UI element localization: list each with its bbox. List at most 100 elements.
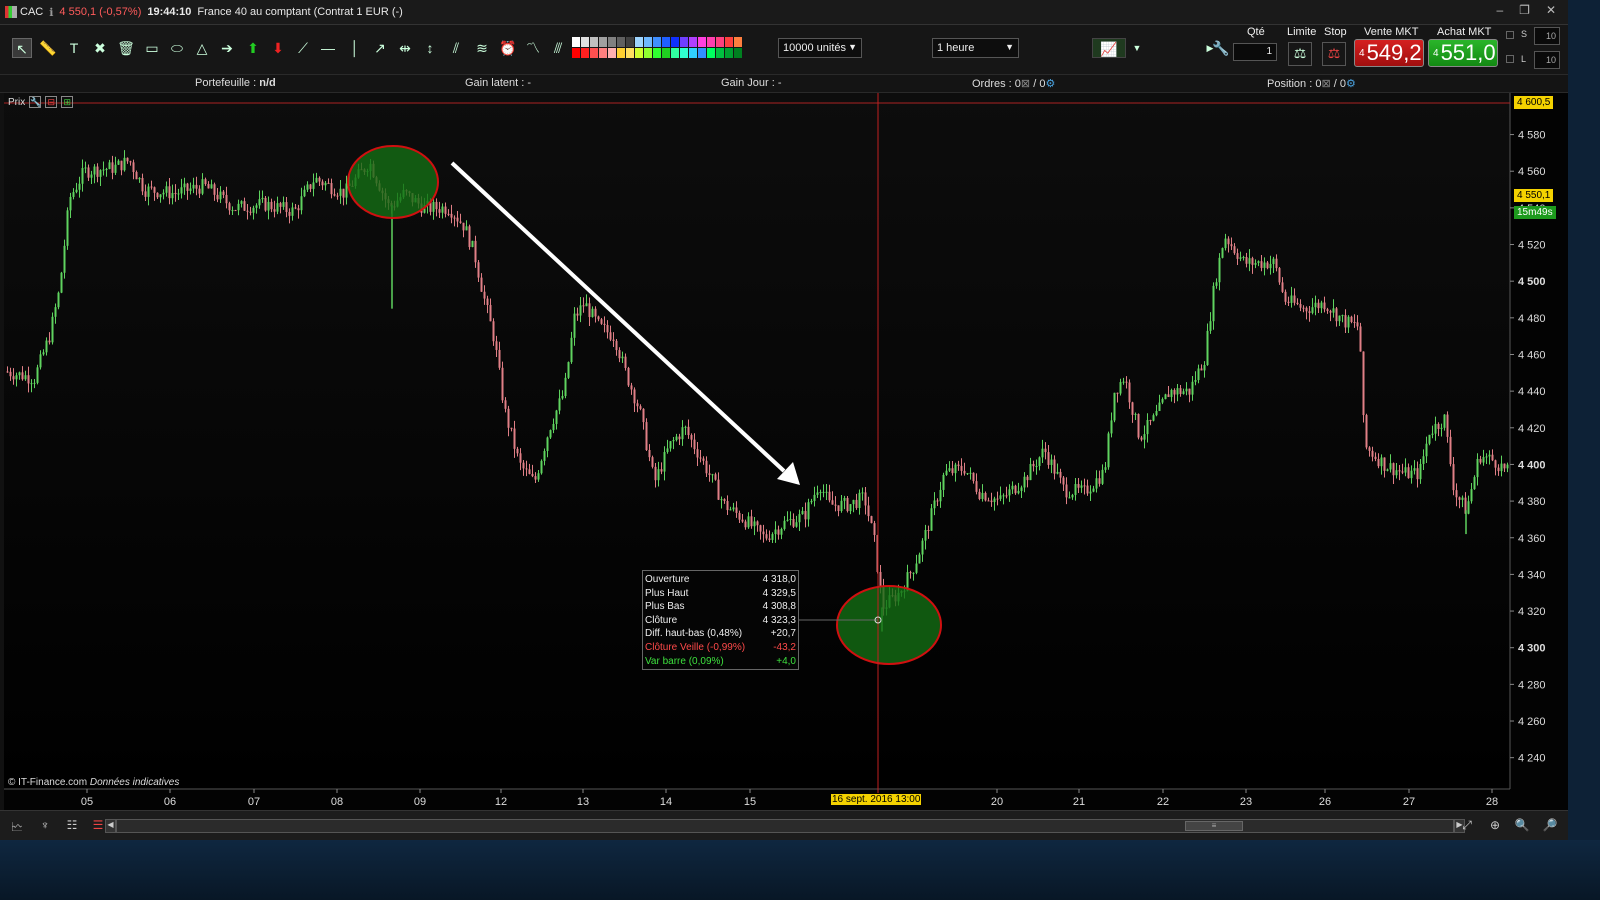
l-input[interactable]: 10 bbox=[1534, 51, 1560, 69]
color-swatch[interactable] bbox=[617, 48, 625, 58]
chart-type-icon[interactable]: 📈 bbox=[1092, 38, 1126, 58]
color-swatch[interactable] bbox=[572, 37, 580, 47]
text-tool-icon[interactable]: T bbox=[64, 38, 84, 58]
buy-market-button[interactable]: 4551,0 bbox=[1428, 39, 1498, 67]
horizontal-line-icon[interactable]: — bbox=[318, 38, 338, 58]
zoom-out-icon[interactable]: 🔍 bbox=[1513, 818, 1531, 834]
color-swatch[interactable] bbox=[590, 48, 598, 58]
color-swatch[interactable] bbox=[716, 48, 724, 58]
arrow-tool-icon[interactable]: ➔ bbox=[217, 38, 237, 58]
color-swatch[interactable] bbox=[689, 37, 697, 47]
timeframe-select[interactable]: 1 heure ▼ bbox=[932, 38, 1019, 58]
zoom-fit-icon[interactable]: ⤢ bbox=[1458, 818, 1476, 834]
chart-scrollbar[interactable]: ◀ ≡ ▶ bbox=[105, 819, 1465, 833]
zoom-reset-icon[interactable]: ⊕ bbox=[1486, 818, 1504, 834]
magnet-icon[interactable]: ♆ bbox=[36, 818, 54, 834]
fibonacci-tool-icon[interactable]: ≋ bbox=[472, 38, 492, 58]
wrench-icon[interactable]: 🔧 bbox=[1211, 38, 1231, 58]
ray-tool-icon[interactable]: ↗ bbox=[370, 38, 390, 58]
chart-settings-icon[interactable]: 🗠 bbox=[8, 818, 26, 834]
close-orders-icon[interactable]: ⊠ bbox=[1021, 78, 1030, 90]
color-swatch[interactable] bbox=[689, 48, 697, 58]
color-swatch[interactable] bbox=[698, 48, 706, 58]
color-swatch[interactable] bbox=[734, 48, 742, 58]
color-swatch[interactable] bbox=[617, 37, 625, 47]
candlestick-chart[interactable]: 4 5804 5604 5404 5204 5004 4804 4604 440… bbox=[4, 93, 1568, 810]
l-checkbox[interactable] bbox=[1506, 55, 1514, 63]
color-swatch[interactable] bbox=[626, 48, 634, 58]
qty-input[interactable]: 1 bbox=[1233, 43, 1277, 61]
color-swatch[interactable] bbox=[635, 48, 643, 58]
color-swatch[interactable] bbox=[653, 48, 661, 58]
zoom-in-icon[interactable]: 🔎 bbox=[1541, 818, 1559, 834]
triangle-tool-icon[interactable]: △ bbox=[192, 38, 212, 58]
pointer-tool-icon[interactable]: ↖ bbox=[12, 38, 32, 58]
wrench-icon[interactable]: 🔧 bbox=[29, 96, 41, 108]
chevron-down-icon: ▼ bbox=[848, 42, 857, 52]
color-swatch[interactable] bbox=[680, 37, 688, 47]
channel-tool-icon[interactable]: ⫽ bbox=[446, 38, 466, 58]
trash-icon[interactable]: 🗑 bbox=[116, 38, 136, 58]
remove-panel-icon[interactable]: ⊟ bbox=[45, 96, 58, 108]
color-swatch[interactable] bbox=[671, 48, 679, 58]
color-swatch[interactable] bbox=[725, 37, 733, 47]
color-swatch[interactable] bbox=[725, 48, 733, 58]
vertical-range-icon[interactable]: ↕ bbox=[420, 38, 440, 58]
color-swatch[interactable] bbox=[662, 48, 670, 58]
down-arrow-icon[interactable]: ⬇ bbox=[268, 38, 288, 58]
color-palette[interactable] bbox=[572, 37, 742, 59]
indicator-tool-icon[interactable]: 〽 bbox=[523, 38, 543, 58]
color-swatch[interactable] bbox=[653, 37, 661, 47]
color-swatch[interactable] bbox=[644, 48, 652, 58]
trendline-tool-icon[interactable]: ⟋ bbox=[293, 38, 313, 58]
color-swatch[interactable] bbox=[590, 37, 598, 47]
units-select[interactable]: 10000 unités ▼ bbox=[778, 38, 862, 58]
s-checkbox[interactable] bbox=[1506, 31, 1514, 39]
color-swatch[interactable] bbox=[680, 48, 688, 58]
color-swatch[interactable] bbox=[734, 37, 742, 47]
color-swatch[interactable] bbox=[599, 37, 607, 47]
chevron-down-icon[interactable]: ▼ bbox=[1127, 38, 1147, 58]
stop-order-icon[interactable]: ⚖ bbox=[1322, 42, 1346, 66]
color-swatch[interactable] bbox=[671, 37, 679, 47]
up-arrow-icon[interactable]: ⬆ bbox=[243, 38, 263, 58]
scrollbar-thumb[interactable]: ≡ bbox=[1185, 821, 1243, 831]
color-swatch[interactable] bbox=[707, 48, 715, 58]
indicator-list-icon[interactable]: ☷ bbox=[63, 818, 81, 834]
restore-icon[interactable]: ❐ bbox=[1519, 3, 1530, 17]
color-swatch[interactable] bbox=[662, 37, 670, 47]
color-swatch[interactable] bbox=[608, 37, 616, 47]
tools-icon[interactable]: ✖ bbox=[90, 38, 110, 58]
color-swatch[interactable] bbox=[626, 37, 634, 47]
sell-market-button[interactable]: 4549,2 bbox=[1354, 39, 1424, 67]
ruler-tool-icon[interactable]: 📏 bbox=[38, 38, 58, 58]
alert-tool-icon[interactable]: ⏰ bbox=[498, 38, 518, 58]
s-input[interactable]: 10 bbox=[1534, 27, 1560, 45]
color-swatch[interactable] bbox=[698, 37, 706, 47]
close-icon[interactable]: ✕ bbox=[1546, 3, 1556, 17]
color-swatch[interactable] bbox=[644, 37, 652, 47]
color-swatch[interactable] bbox=[635, 37, 643, 47]
limit-order-icon[interactable]: ⚖ bbox=[1288, 42, 1312, 66]
rectangle-tool-icon[interactable]: ▭ bbox=[142, 38, 162, 58]
candle-body bbox=[267, 201, 270, 211]
vertical-line-icon[interactable]: │ bbox=[345, 38, 365, 58]
pitchfork-tool-icon[interactable]: ⫻ bbox=[548, 38, 568, 58]
price-chart[interactable]: 4 5804 5604 5404 5204 5004 4804 4604 440… bbox=[4, 93, 1568, 810]
scroll-left-icon[interactable]: ◀ bbox=[105, 819, 116, 833]
color-swatch[interactable] bbox=[707, 37, 715, 47]
extended-line-icon[interactable]: ⇹ bbox=[395, 38, 415, 58]
color-swatch[interactable] bbox=[608, 48, 616, 58]
color-swatch[interactable] bbox=[716, 37, 724, 47]
info-icon[interactable]: ℹ bbox=[49, 6, 53, 19]
color-swatch[interactable] bbox=[599, 48, 607, 58]
ellipse-tool-icon[interactable]: ⬭ bbox=[167, 38, 187, 58]
gear-icon[interactable]: ⚙ bbox=[1045, 78, 1055, 90]
gear-icon[interactable]: ⚙ bbox=[1346, 78, 1356, 90]
color-swatch[interactable] bbox=[581, 37, 589, 47]
close-position-icon[interactable]: ⊠ bbox=[1321, 78, 1330, 90]
add-panel-icon[interactable]: ⊞ bbox=[61, 96, 74, 108]
color-swatch[interactable] bbox=[581, 48, 589, 58]
color-swatch[interactable] bbox=[572, 48, 580, 58]
minimize-icon[interactable]: – bbox=[1496, 3, 1503, 17]
